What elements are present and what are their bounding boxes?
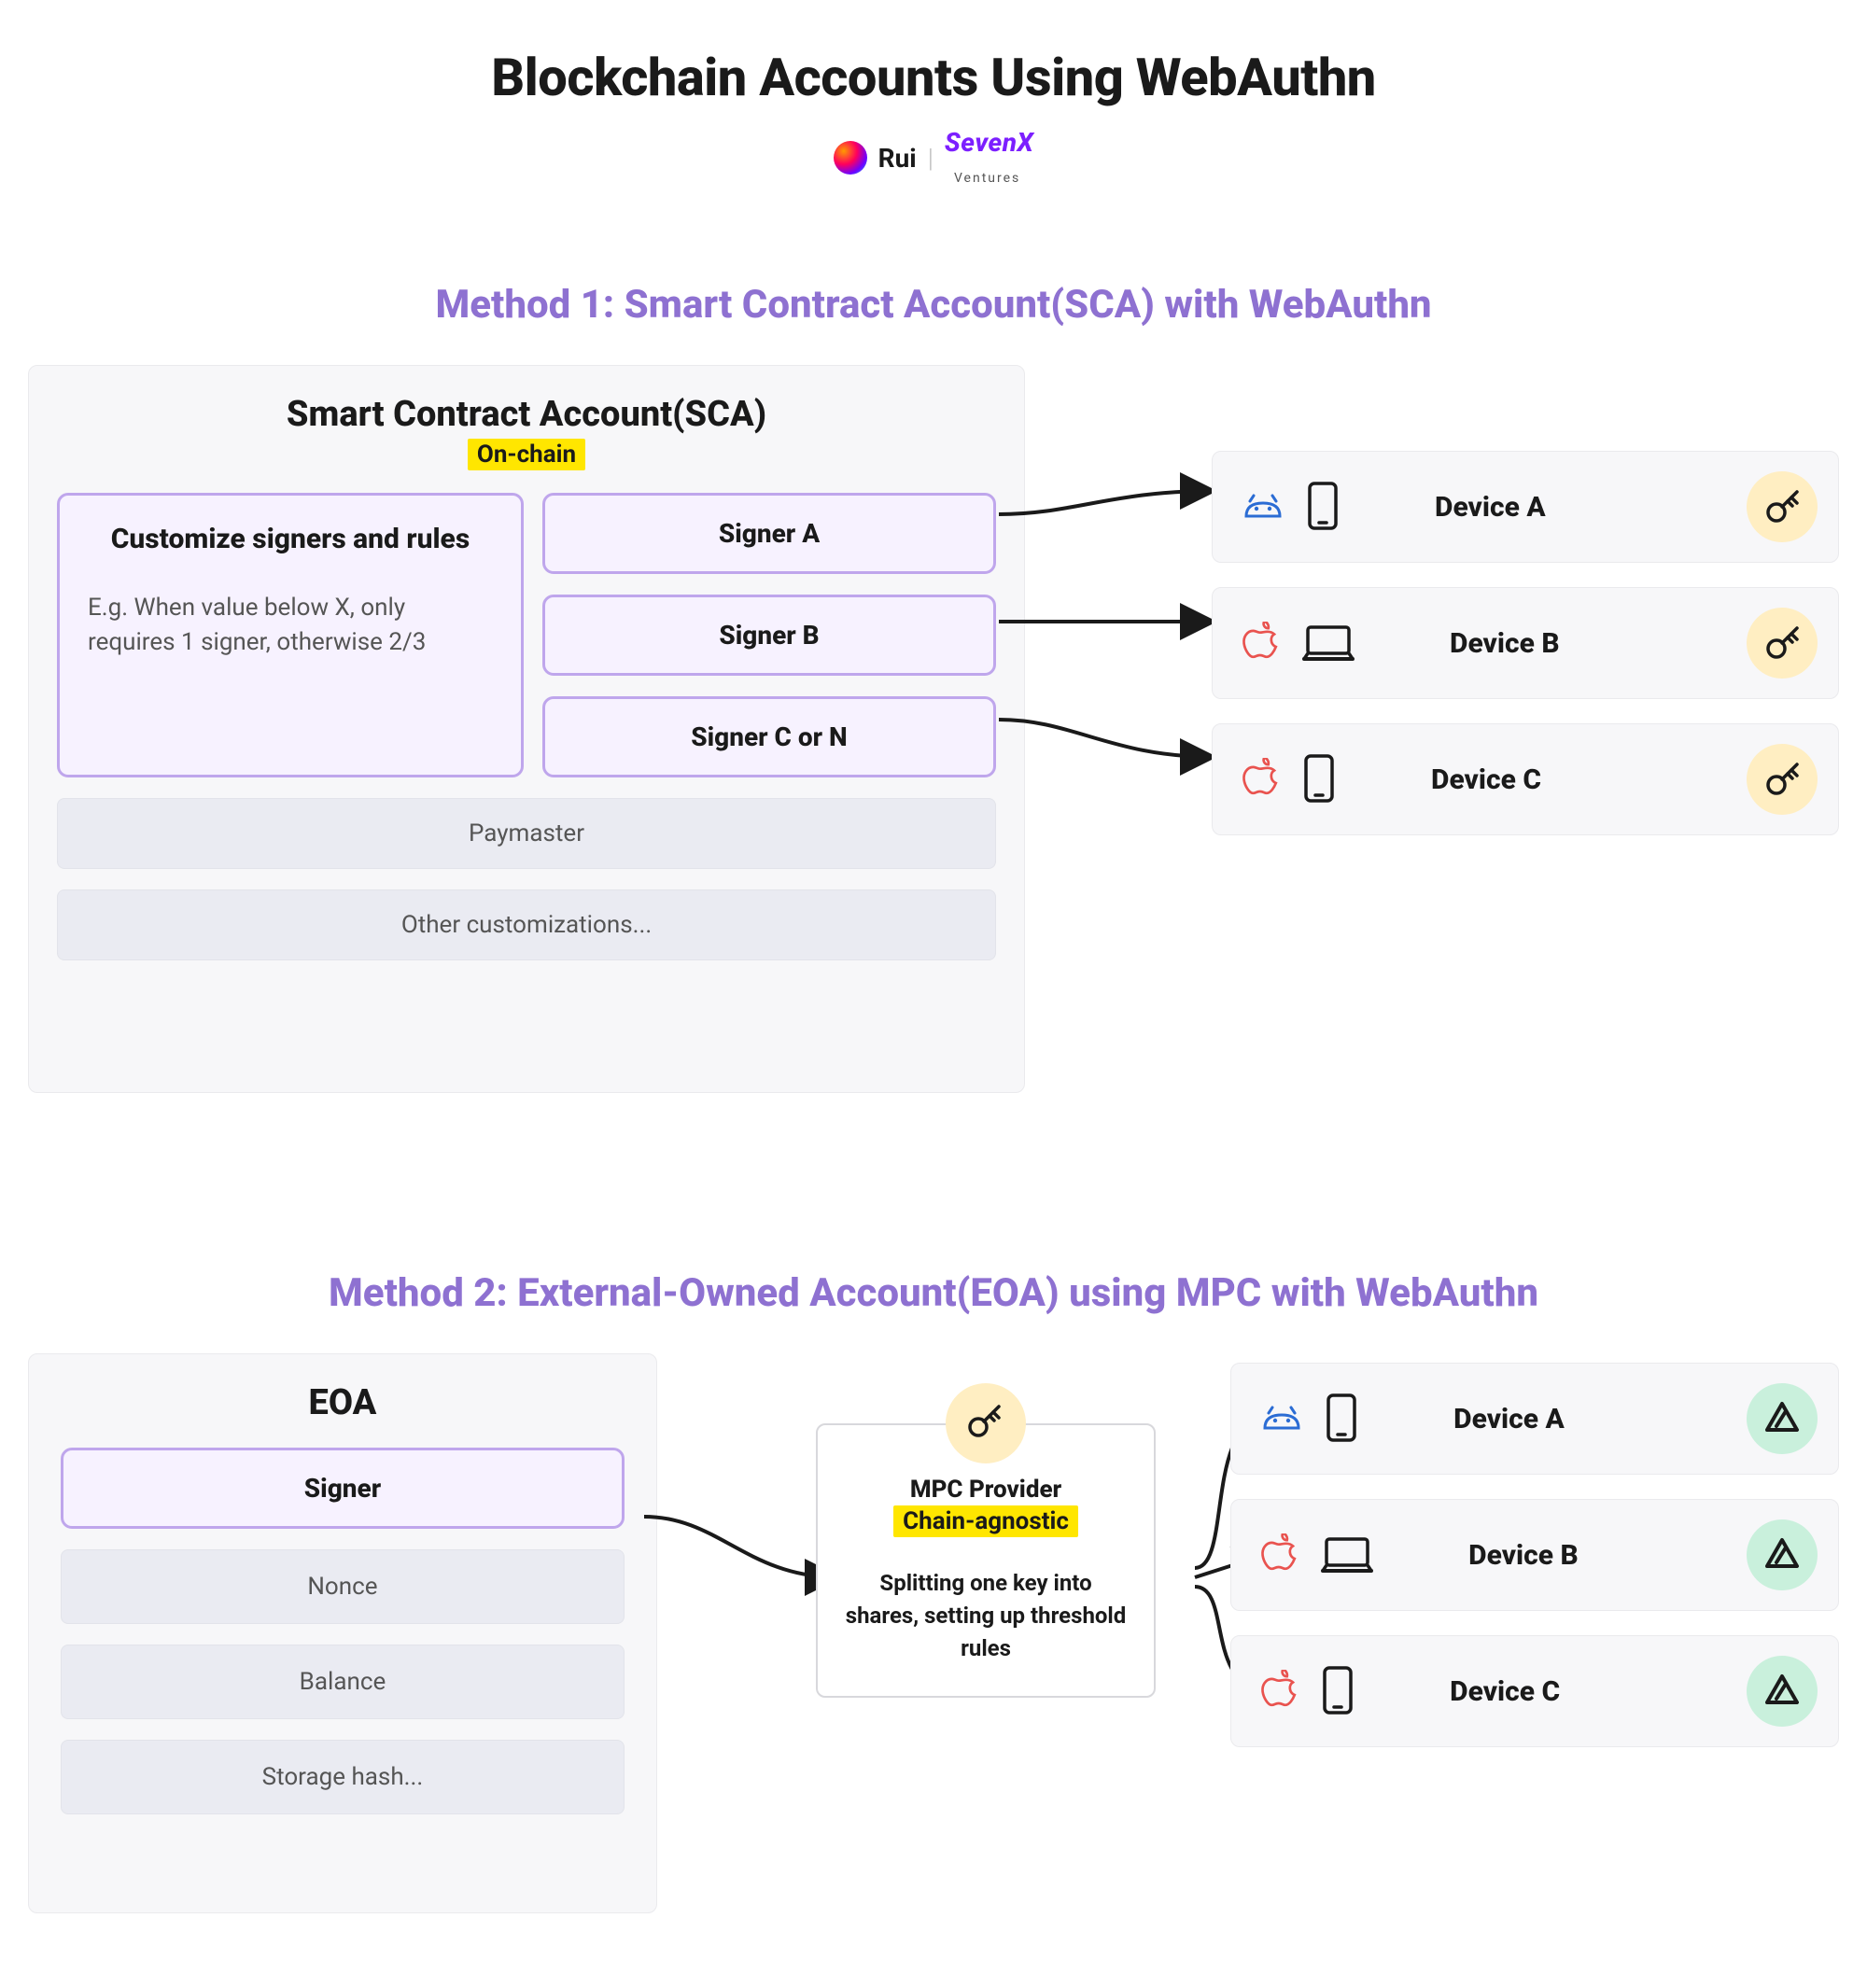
key-badge-icon <box>946 1383 1026 1463</box>
eoa-nonce: Nonce <box>61 1549 625 1624</box>
share-badge-icon <box>1747 1656 1818 1727</box>
android-icon <box>1259 1406 1304 1432</box>
apple-icon <box>1259 1533 1300 1576</box>
rules-example: E.g. When value below X, only requires 1… <box>88 591 493 661</box>
author-name: Rui <box>878 143 917 174</box>
device-card-a: Device A <box>1212 451 1839 563</box>
phone-icon <box>1323 1393 1360 1444</box>
device-label: Device A <box>1453 1403 1565 1435</box>
key-badge-icon <box>1747 744 1818 815</box>
signer-b: Signer B <box>542 595 996 676</box>
method1-diagram: Smart Contract Account(SCA) On-chain Cus… <box>28 365 1839 1093</box>
phone-icon <box>1319 1666 1356 1716</box>
signers-column: Signer A Signer B Signer C or N <box>542 493 996 777</box>
device-label: Device B <box>1450 627 1560 660</box>
key-badge-icon <box>1747 608 1818 679</box>
eoa-storage-hash: Storage hash... <box>61 1740 625 1814</box>
other-customizations-bar: Other customizations... <box>57 889 996 960</box>
mpc-box: MPC Provider Chain-agnostic Splitting on… <box>816 1423 1156 1698</box>
byline: Rui | SevenX Ventures <box>28 127 1839 189</box>
device-card-c: Device C <box>1230 1635 1839 1747</box>
method2-diagram: EOA Signer Nonce Balance Storage hash...… <box>28 1353 1839 1913</box>
rules-box: Customize signers and rules E.g. When va… <box>57 493 524 777</box>
sca-box: Smart Contract Account(SCA) On-chain Cus… <box>28 365 1025 1093</box>
method2-devices: Device A Device B Device C <box>1230 1353 1839 1913</box>
mpc-desc: Splitting one key into shares, setting u… <box>842 1567 1130 1664</box>
paymaster-bar: Paymaster <box>57 798 996 869</box>
android-icon <box>1241 494 1285 520</box>
mpc-title: MPC Provider <box>842 1476 1130 1504</box>
device-card-b: Device B <box>1230 1499 1839 1611</box>
mpc-column: MPC Provider Chain-agnostic Splitting on… <box>816 1353 1156 1913</box>
laptop-icon <box>1319 1533 1375 1576</box>
mpc-tag: Chain-agnostic <box>842 1507 1130 1535</box>
sca-box-tag: On-chain <box>57 441 996 469</box>
separator: | <box>928 143 934 174</box>
signer-a: Signer A <box>542 493 996 574</box>
method1-devices: Device A Device B Device C <box>1212 365 1839 1093</box>
device-card-c: Device C <box>1212 723 1839 835</box>
device-label: Device C <box>1450 1675 1560 1708</box>
phone-icon <box>1304 482 1341 532</box>
device-label: Device C <box>1431 763 1541 796</box>
author-avatar-icon <box>834 141 867 175</box>
device-label: Device B <box>1468 1539 1579 1572</box>
laptop-icon <box>1300 622 1356 665</box>
device-card-a: Device A <box>1230 1363 1839 1475</box>
sca-box-title: Smart Contract Account(SCA) <box>57 394 996 435</box>
page-title: Blockchain Accounts Using WebAuthn <box>28 47 1839 108</box>
share-badge-icon <box>1747 1383 1818 1454</box>
apple-icon <box>1241 622 1282 665</box>
key-badge-icon <box>1747 471 1818 542</box>
signer-c: Signer C or N <box>542 696 996 777</box>
brand-sub: Ventures <box>954 171 1020 186</box>
eoa-signer: Signer <box>61 1448 625 1529</box>
method2-heading: Method 2: External-Owned Account(EOA) us… <box>28 1270 1839 1316</box>
share-badge-icon <box>1747 1519 1818 1590</box>
phone-icon <box>1300 754 1338 805</box>
device-label: Device A <box>1435 491 1546 524</box>
apple-icon <box>1259 1670 1300 1713</box>
method1-heading: Method 1: Smart Contract Account(SCA) wi… <box>28 282 1839 328</box>
rules-title: Customize signers and rules <box>88 522 493 557</box>
eoa-balance: Balance <box>61 1645 625 1719</box>
device-card-b: Device B <box>1212 587 1839 699</box>
eoa-box: EOA Signer Nonce Balance Storage hash... <box>28 1353 657 1913</box>
brand-name: SevenX <box>945 127 1033 158</box>
apple-icon <box>1241 758 1282 801</box>
eoa-title: EOA <box>61 1382 625 1423</box>
